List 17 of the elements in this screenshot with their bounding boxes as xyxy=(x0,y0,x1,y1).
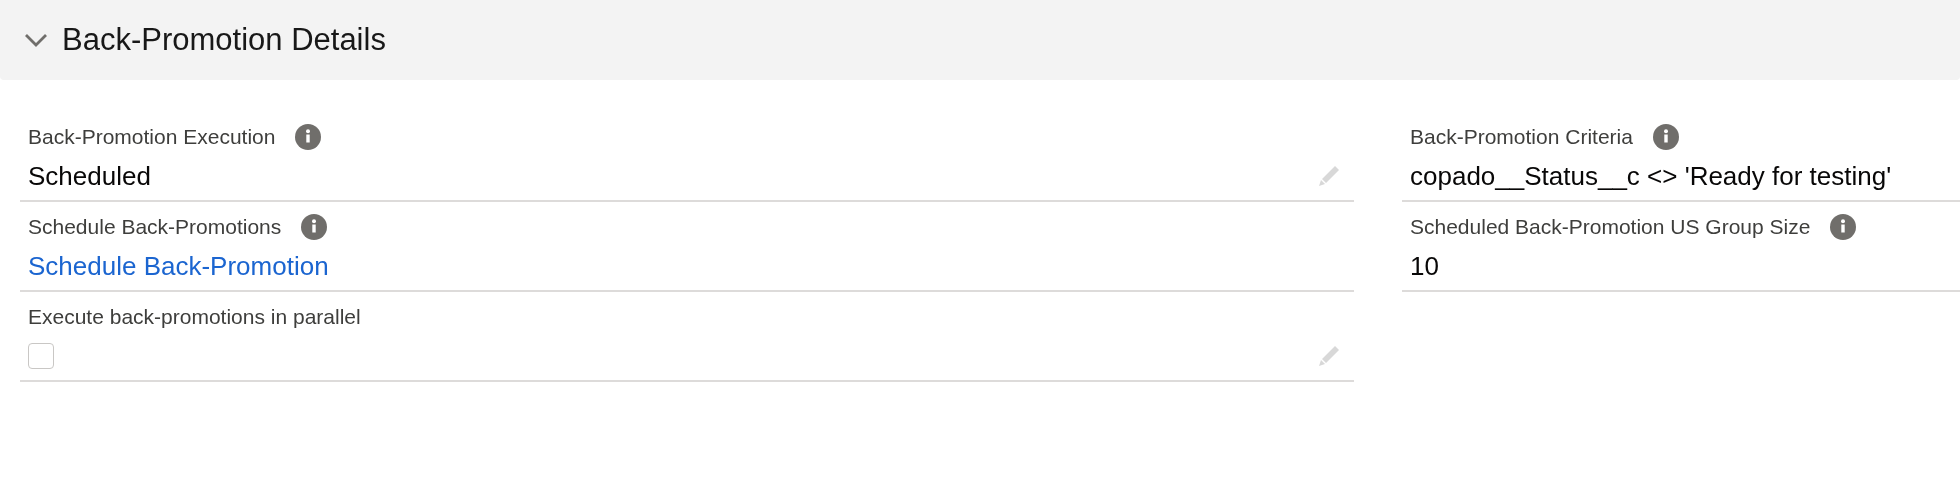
field-label: Scheduled Back-Promotion US Group Size xyxy=(1410,215,1811,239)
info-icon[interactable] xyxy=(295,124,322,150)
field-value: Scheduled xyxy=(28,160,151,192)
field-value: 10 xyxy=(1410,250,1439,282)
schedule-link[interactable]: Schedule Back-Promotion xyxy=(28,250,329,282)
info-icon[interactable] xyxy=(1830,214,1857,240)
field-value: copado__Status__c <> 'Ready for testing' xyxy=(1410,160,1892,192)
collapse-toggle[interactable] xyxy=(24,32,48,48)
field-label: Schedule Back-Promotions xyxy=(28,215,282,239)
section-title: Back-Promotion Details xyxy=(62,22,386,58)
info-icon[interactable] xyxy=(301,214,328,240)
field-label: Back-Promotion Criteria xyxy=(1410,125,1633,149)
chevron-icon xyxy=(24,32,48,48)
info-icon[interactable] xyxy=(1652,124,1679,150)
field-label: Back-Promotion Execution xyxy=(28,125,276,149)
checkbox[interactable] xyxy=(28,343,54,369)
field-label: Execute back-promotions in parallel xyxy=(28,305,361,329)
